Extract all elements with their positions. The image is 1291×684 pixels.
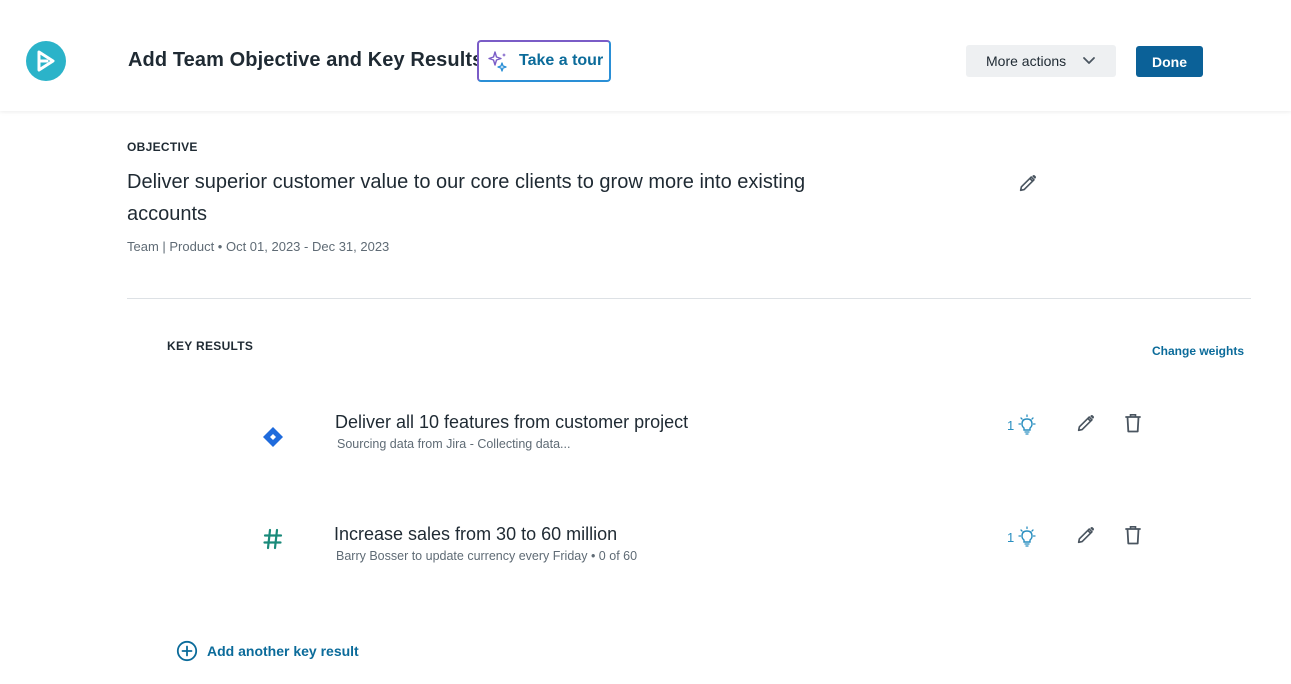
check-in-count-value: 1	[1007, 417, 1015, 433]
edit-objective-button[interactable]	[1017, 172, 1039, 199]
take-a-tour-button[interactable]: Take a tour	[477, 40, 611, 82]
pencil-icon	[1019, 174, 1037, 192]
key-results-section-label: KEY RESULTS	[167, 339, 254, 353]
delete-key-result-button[interactable]	[1123, 412, 1143, 439]
trash-icon	[1125, 414, 1141, 433]
hash-icon	[262, 528, 284, 555]
sparkles-icon	[488, 51, 507, 72]
key-result-subtitle: Sourcing data from Jira - Collecting dat…	[337, 437, 571, 451]
more-actions-dropdown[interactable]: More actions	[966, 45, 1116, 77]
delete-key-result-button[interactable]	[1123, 524, 1143, 551]
edit-key-result-button[interactable]	[1075, 412, 1097, 439]
check-in-count[interactable]: 1	[1007, 414, 1038, 436]
chevron-down-icon	[1083, 57, 1095, 64]
section-divider	[127, 298, 1251, 299]
check-in-count[interactable]: 1	[1007, 526, 1038, 548]
lightbulb-icon	[1018, 414, 1036, 435]
key-result-subtitle: Barry Bosser to update currency every Fr…	[336, 549, 638, 563]
take-a-tour-label: Take a tour	[519, 52, 604, 69]
add-another-key-result-label: Add another key result	[207, 643, 359, 659]
pencil-icon	[1077, 414, 1095, 432]
jira-diamond-icon	[262, 426, 284, 453]
edit-key-result-button[interactable]	[1075, 524, 1097, 551]
more-actions-label: More actions	[986, 53, 1067, 69]
key-result-title: Deliver all 10 features from customer pr…	[335, 412, 689, 432]
objective-text: Deliver superior customer value to our c…	[127, 171, 806, 225]
app-header: Add Team Objective and Key Results Take …	[0, 0, 1291, 111]
lightbulb-icon	[1018, 526, 1036, 547]
key-result-row[interactable]: Deliver all 10 features from customer pr…	[0, 400, 1291, 460]
pencil-icon	[1077, 526, 1095, 544]
objective-section-label: OBJECTIVE	[127, 140, 198, 154]
trash-icon	[1125, 526, 1141, 545]
key-result-title: Increase sales from 30 to 60 million	[334, 524, 618, 544]
objective-meta: Team | Product • Oct 01, 2023 - Dec 31, …	[127, 239, 390, 254]
page-title: Add Team Objective and Key Results	[128, 49, 484, 71]
done-button[interactable]: Done	[1136, 46, 1203, 77]
add-another-key-result-button[interactable]: Add another key result	[176, 640, 359, 662]
change-weights-link[interactable]: Change weights	[1152, 344, 1244, 358]
plus-circle-icon	[176, 640, 198, 662]
key-result-row[interactable]: Increase sales from 30 to 60 million Bar…	[0, 512, 1291, 572]
app-logo[interactable]	[26, 41, 66, 81]
check-in-count-value: 1	[1007, 529, 1015, 545]
logo-mark-icon	[37, 50, 55, 72]
